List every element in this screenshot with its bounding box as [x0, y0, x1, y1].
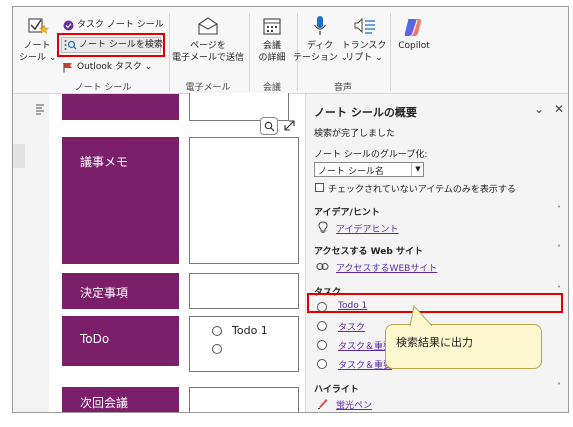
transcribe-icon — [354, 17, 375, 34]
task-radio-icon[interactable] — [317, 340, 327, 350]
dictate-button[interactable]: ディク テーション ⌄ — [293, 13, 348, 73]
tag-link-highlight[interactable]: 蛍光ペン — [336, 398, 372, 411]
link-icon — [316, 263, 329, 270]
note-tags-label-sub: シール ⌄ — [19, 53, 57, 63]
group-separator — [249, 13, 250, 91]
todo-checkbox-empty[interactable] — [212, 344, 222, 354]
meeting-details-label-1: 会議 — [262, 41, 281, 51]
group-separator — [390, 13, 391, 91]
transcribe-button[interactable]: トランスク リプト ⌄ — [341, 13, 387, 73]
decisions-notes-box[interactable] — [189, 273, 299, 309]
pane-close-icon[interactable]: ✕ — [554, 102, 564, 116]
task-check-icon — [63, 20, 74, 31]
meeting-details-button[interactable]: 会議 の詳細 — [251, 13, 293, 73]
section-title-websites: アクセスする Web サイト — [314, 247, 423, 257]
transcribe-label-2: リプト ⌄ — [345, 53, 383, 63]
email-page-label-2: 電子メールで送信 — [171, 53, 244, 63]
tag-link-task[interactable]: タスク — [338, 320, 365, 333]
email-page-button[interactable]: ページを 電子メールで送信 — [171, 13, 245, 73]
ribbon: ノート シール ⌄ タスク ノート シール ノート シールを検索 Outlook… — [13, 7, 568, 94]
collapse-caret-icon[interactable]: ˄ — [557, 205, 561, 214]
search-status: 検索が完了しました — [314, 129, 396, 139]
todo-checkbox[interactable] — [212, 326, 222, 336]
pane-title: ノート シールの概要 — [314, 106, 417, 119]
group-label-note-tags: ノート シール — [74, 83, 132, 93]
section-title-highlight: ハイライト — [314, 385, 359, 395]
next-meeting-label: 次回会議 — [80, 396, 129, 410]
section-title-ideas: アイデア/ヒント — [314, 208, 380, 218]
copilot-icon — [404, 19, 422, 36]
minutes-cell: 議事メモ — [62, 137, 179, 264]
search-page-button[interactable] — [260, 117, 278, 135]
collapse-caret-icon[interactable]: ˄ — [557, 244, 561, 253]
dictate-label-2: テーション ⌄ — [293, 53, 349, 63]
task-note-tag-button[interactable]: タスク ノート シール — [77, 20, 164, 31]
calendar-icon — [263, 18, 281, 35]
pane-options-chevron-icon[interactable]: ⌄ — [534, 102, 544, 116]
task-radio-icon[interactable] — [317, 359, 327, 369]
todo-label: ToDo — [80, 332, 110, 346]
group-label-email: 電子メール — [185, 83, 231, 93]
email-page-label-1: ページを — [190, 41, 226, 51]
minutes-notes-box[interactable] — [189, 137, 299, 264]
copilot-button[interactable]: Copilot — [393, 13, 435, 73]
header-cell — [62, 94, 179, 120]
next-meeting-cell: 次回会議 — [62, 387, 179, 412]
find-tags-button[interactable]: ノート シールを検索 — [61, 37, 163, 53]
group-by-label: ノート シールのグループ化: — [314, 150, 428, 160]
callout-pointer — [409, 305, 433, 326]
group-label-meeting: 会議 — [262, 83, 281, 93]
next-meeting-notes-box[interactable] — [189, 387, 299, 412]
lightbulb-icon — [318, 221, 328, 233]
collapse-caret-icon[interactable]: ˄ — [557, 382, 561, 391]
sort-icon[interactable] — [35, 104, 45, 116]
flag-icon — [63, 63, 72, 73]
checkbox-star-icon — [28, 18, 49, 34]
find-tags-icon — [64, 40, 77, 50]
copilot-label: Copilot — [398, 41, 430, 51]
decisions-cell: 決定事項 — [62, 273, 179, 309]
transcribe-label-1: トランスク — [341, 41, 387, 51]
page-canvas: 議事メモ 決定事項 ToDo Todo 1 次回会議 — [49, 93, 305, 412]
unchecked-only-checkbox[interactable] — [315, 183, 324, 192]
group-separator — [169, 13, 170, 91]
outlook-task-button[interactable]: Outlook タスク ⌄ — [77, 62, 152, 73]
meeting-details-label-2: の詳細 — [258, 53, 286, 63]
onenote-window: ノート シール ⌄ タスク ノート シール ノート シールを検索 Outlook… — [12, 6, 569, 413]
group-by-select[interactable]: ノート シール名 ▼ — [314, 162, 424, 177]
decisions-label: 決定事項 — [80, 286, 129, 300]
selected-section-indicator — [13, 144, 25, 168]
group-separator — [297, 13, 298, 91]
minutes-label: 議事メモ — [80, 155, 129, 169]
tag-link-task[interactable]: タスク＆重要 — [338, 358, 392, 371]
note-tags-button[interactable]: ノート シール ⌄ — [19, 13, 57, 73]
find-tags-label: ノート シールを検索 — [79, 40, 163, 50]
note-tags-label: ノート — [23, 41, 51, 51]
envelope-icon — [198, 17, 218, 35]
annotation-callout: 検索結果に出力 — [385, 324, 542, 369]
todo-cell: ToDo — [62, 316, 179, 366]
tag-link-website[interactable]: アクセスするWEBサイト — [336, 261, 437, 274]
group-by-value: ノート シール名 — [318, 167, 384, 177]
dropdown-arrow-icon: ▼ — [411, 163, 424, 176]
search-icon — [264, 121, 275, 132]
todo-notes-box: Todo 1 — [189, 316, 299, 372]
navigation-strip — [13, 94, 50, 412]
expand-icon[interactable] — [283, 119, 296, 132]
group-label-voice: 音声 — [333, 83, 352, 93]
callout-text: 検索結果に出力 — [396, 336, 473, 349]
tag-link-task[interactable]: タスク＆重要 — [338, 339, 392, 352]
dictate-label-1: ディク — [306, 41, 334, 51]
unchecked-only-label: チェックされていないアイテムのみを表示する — [328, 185, 516, 195]
task-radio-icon[interactable] — [317, 321, 327, 331]
microphone-icon — [314, 16, 326, 35]
highlighter-icon — [318, 399, 328, 409]
todo-item-text[interactable]: Todo 1 — [232, 324, 268, 337]
tag-link-idea[interactable]: アイデアヒント — [336, 222, 399, 235]
